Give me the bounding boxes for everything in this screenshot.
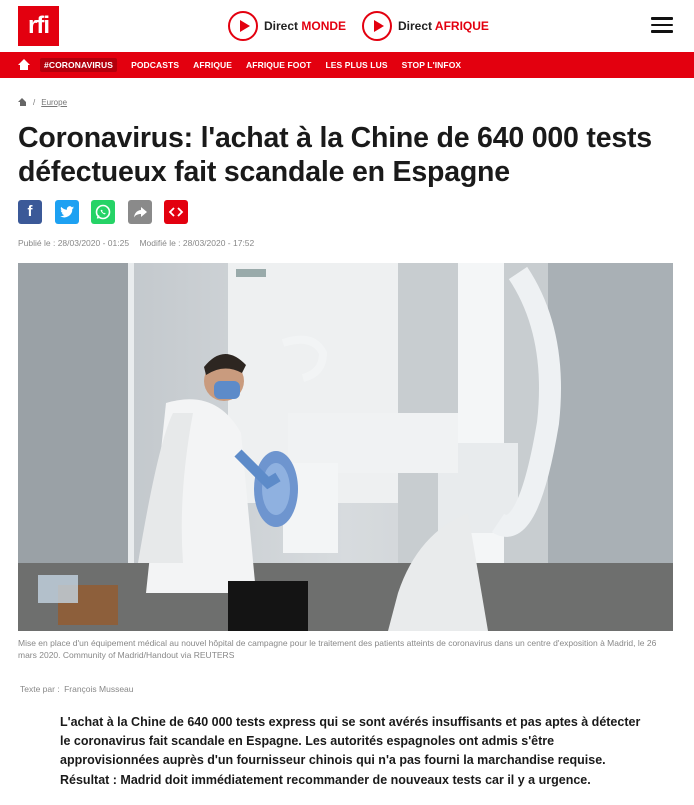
- direct-monde-name: MONDE: [301, 19, 347, 33]
- nav-item-podcasts[interactable]: PODCASTS: [131, 60, 179, 70]
- direct-afrique-name: AFRIQUE: [434, 19, 489, 33]
- twitter-icon[interactable]: [54, 200, 79, 224]
- photo-caption: Mise en place d'un équipement médical au…: [18, 638, 657, 660]
- play-icon: [362, 11, 392, 41]
- home-icon[interactable]: [18, 59, 30, 71]
- author-line: Texte par : François Musseau: [18, 684, 134, 694]
- hamburger-icon[interactable]: [651, 17, 673, 33]
- published-date: Publié le : 28/03/2020 - 01:25: [18, 238, 130, 248]
- embed-icon[interactable]: [164, 200, 188, 224]
- article-photo[interactable]: [18, 263, 673, 631]
- nav-item-les-plus-lus[interactable]: LES PLUS LUS: [325, 60, 387, 70]
- nav-item-stop-linfox[interactable]: STOP L'INFOX: [402, 60, 462, 70]
- author-name[interactable]: François Musseau: [64, 684, 133, 694]
- direct-monde-prefix: Direct: [264, 19, 299, 33]
- whatsapp-icon[interactable]: [91, 200, 115, 224]
- facebook-icon[interactable]: f: [18, 200, 42, 224]
- breadcrumb-separator: /: [33, 98, 36, 107]
- modified-date: Modifié le : 28/03/2020 - 17:52: [139, 238, 255, 248]
- direct-monde-button[interactable]: Direct MONDE: [228, 10, 346, 42]
- photo-illustration: [18, 263, 673, 631]
- nav-item-afrique[interactable]: AFRIQUE: [193, 60, 232, 70]
- main-nav: #CORONAVIRUS PODCASTS AFRIQUE AFRIQUE FO…: [0, 52, 694, 78]
- direct-afrique-button[interactable]: Direct AFRIQUE: [362, 10, 489, 42]
- article-dates: Publié le : 28/03/2020 - 01:25 Modifié l…: [18, 238, 262, 248]
- top-bar: rfi Direct MONDE Direct AFRIQUE: [0, 0, 694, 52]
- article-title: Coronavirus: l'achat à la Chine de 640 0…: [18, 122, 652, 188]
- direct-afrique-prefix: Direct: [398, 19, 433, 33]
- home-icon[interactable]: [18, 98, 27, 107]
- author-label: Texte par :: [20, 684, 60, 694]
- rfi-logo[interactable]: rfi: [18, 6, 59, 46]
- breadcrumb-europe[interactable]: Europe: [41, 98, 67, 107]
- share-icon[interactable]: [127, 200, 152, 224]
- play-icon: [228, 11, 258, 41]
- article-lead: L'achat à la Chine de 640 000 tests expr…: [60, 715, 641, 787]
- breadcrumb: / Europe: [18, 98, 67, 107]
- nav-item-afrique-foot[interactable]: AFRIQUE FOOT: [246, 60, 311, 70]
- share-bar: f: [18, 200, 201, 224]
- nav-item-coronavirus[interactable]: #CORONAVIRUS: [40, 58, 118, 72]
